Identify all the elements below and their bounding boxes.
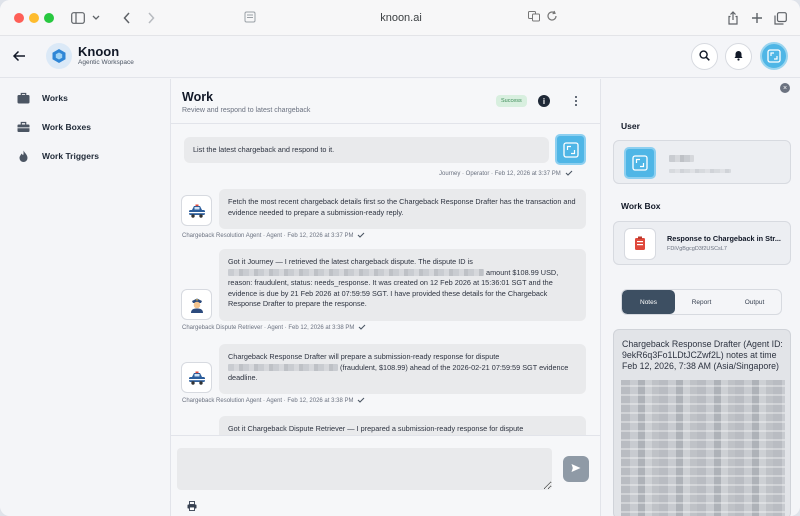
send-button[interactable] (563, 456, 589, 482)
workbox-card[interactable]: Response to Chargeback in Str... FDiVgBg… (613, 221, 791, 265)
message-text: Chargeback Response Drafter will prepare… (228, 352, 500, 361)
app-header: Knoon Agentic Workspace (0, 36, 800, 78)
message-text: Got it Chargeback Dispute Retriever — I … (228, 424, 524, 433)
check-icon (565, 170, 573, 178)
sidebar-toggle-icon[interactable] (68, 8, 88, 28)
message-text: List the latest chargeback and respond t… (193, 145, 335, 154)
search-icon (699, 48, 710, 66)
translate-icon[interactable] (528, 10, 540, 25)
close-window-button[interactable] (14, 13, 24, 23)
user-avatar[interactable] (760, 42, 788, 70)
message-list[interactable]: List the latest chargeback and respond t… (171, 125, 600, 435)
workbox-id: FDiVgBgcgD3f2USCsL7 (667, 246, 727, 252)
reload-icon[interactable] (546, 10, 558, 25)
message-text: Fetch the most recent chargeback details… (228, 197, 576, 217)
browser-window: knoon.ai Knoon Agentic Workspace Works W… (0, 0, 800, 516)
message-meta: Chargeback Resolution Agent · Agent · Fe… (182, 397, 365, 405)
more-options-icon[interactable] (571, 94, 581, 108)
status-badge: Success (496, 95, 527, 107)
work-conversation-panel: Work Review and respond to latest charge… (171, 79, 600, 516)
page-subtitle: Review and respond to latest chargeback (182, 107, 311, 114)
page-title: Work (182, 90, 214, 104)
close-panel-icon[interactable]: × (780, 83, 790, 93)
search-button[interactable] (691, 43, 718, 70)
details-panel: × User Work Box Response to Chargeback i… (600, 79, 800, 516)
new-tab-icon[interactable] (750, 8, 764, 28)
browser-toolbar: knoon.ai (0, 0, 800, 36)
sidebar-item-label: Work Boxes (42, 122, 91, 132)
message-bubble: Got it Journey — I retrieved the latest … (219, 249, 586, 321)
flame-icon (16, 149, 30, 163)
work-header: Work Review and respond to latest charge… (171, 79, 600, 124)
sidebar-item-work-triggers[interactable]: Work Triggers (16, 147, 99, 165)
address-bar[interactable]: knoon.ai (240, 7, 562, 29)
message-meta: Chargeback Resolution Agent · Agent · Fe… (182, 232, 365, 240)
redacted-user-name (669, 155, 694, 162)
agent-avatar-police-officer (181, 289, 212, 320)
printer-icon[interactable] (187, 498, 197, 511)
toolbox-icon (16, 120, 30, 134)
zoom-window-button[interactable] (44, 13, 54, 23)
redacted-dispute-id (228, 269, 484, 277)
user-card-avatar (624, 147, 656, 179)
share-icon[interactable] (726, 8, 740, 28)
workbox-section-title: Work Box (621, 201, 661, 211)
back-nav-icon[interactable] (120, 8, 134, 28)
sidebar-item-label: Works (42, 93, 68, 103)
workbox-icon (624, 228, 656, 260)
message-bubble: Fetch the most recent chargeback details… (219, 189, 586, 229)
sidebar-item-works[interactable]: Works (16, 89, 68, 107)
redacted-user-id (669, 169, 731, 173)
check-icon (358, 324, 366, 332)
send-icon (571, 460, 581, 478)
composer-area (171, 435, 600, 516)
tab-overview-icon[interactable] (773, 8, 787, 28)
app-name: Knoon (78, 44, 120, 59)
check-icon (357, 232, 365, 240)
forward-nav-icon[interactable] (144, 8, 158, 28)
workbox-title: Response to Chargeback in Str... (667, 234, 781, 243)
user-card[interactable] (613, 140, 791, 184)
panel-tabs: Notes Report Output (621, 289, 782, 315)
page-icon (244, 11, 258, 25)
message-meta: Journey · Operator · Feb 12, 2026 at 3:3… (439, 170, 573, 178)
info-icon[interactable]: i (538, 95, 550, 107)
tab-report[interactable]: Report (675, 290, 728, 314)
redacted-notes-content (621, 380, 785, 516)
sidebar: Works Work Boxes Work Triggers (0, 79, 171, 516)
message-text: Got it Journey — I retrieved the latest … (228, 257, 473, 266)
tab-notes[interactable]: Notes (622, 290, 675, 314)
check-icon (357, 397, 365, 405)
notes-card[interactable]: Chargeback Response Drafter (Agent ID: 9… (613, 329, 791, 516)
bag-icon (16, 91, 30, 105)
message-bubble: List the latest chargeback and respond t… (184, 137, 549, 163)
sidebar-item-work-boxes[interactable]: Work Boxes (16, 118, 91, 136)
notifications-button[interactable] (725, 43, 752, 70)
message-bubble: Chargeback Response Drafter will prepare… (219, 344, 586, 394)
redacted-dispute-id (228, 364, 338, 372)
agent-avatar-police-car (181, 362, 212, 393)
url-text: knoon.ai (380, 12, 422, 24)
minimize-window-button[interactable] (29, 13, 39, 23)
user-section-title: User (621, 121, 640, 131)
sidebar-item-label: Work Triggers (42, 151, 99, 161)
message-meta: Chargeback Dispute Retriever · Agent · F… (182, 324, 366, 332)
app-tagline: Agentic Workspace (78, 59, 134, 66)
knoon-logo (46, 43, 72, 69)
arrow-left-icon[interactable] (12, 49, 26, 63)
notes-heading: Chargeback Response Drafter (Agent ID: 9… (622, 339, 783, 371)
message-input[interactable] (177, 448, 552, 490)
tab-output[interactable]: Output (728, 290, 781, 314)
bell-icon (733, 48, 744, 66)
agent-avatar-police-car (181, 195, 212, 226)
message-bubble: Got it Chargeback Dispute Retriever — I … (219, 416, 586, 435)
operator-avatar (555, 134, 586, 165)
chevron-down-icon[interactable] (90, 8, 102, 28)
